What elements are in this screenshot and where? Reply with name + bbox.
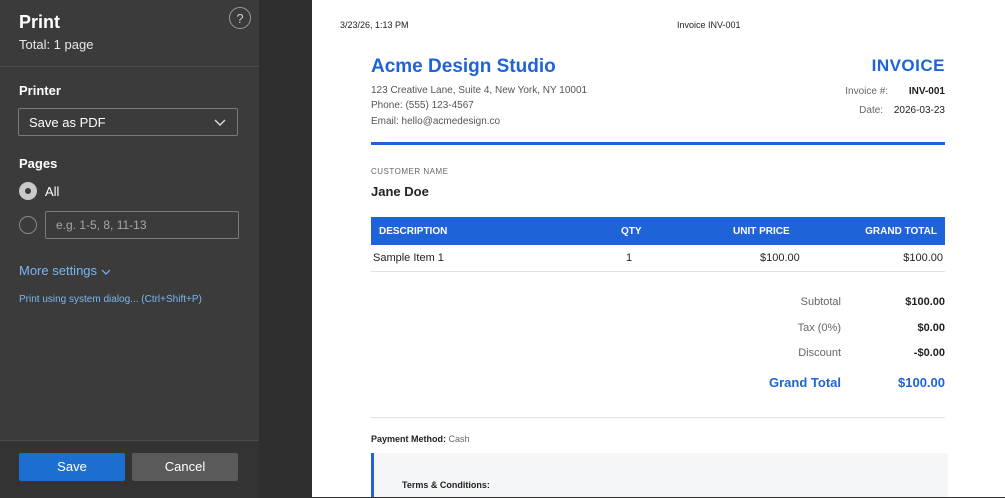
- column-header: UNIT PRICE: [733, 226, 790, 237]
- terms-title: Terms & Conditions:: [402, 480, 490, 490]
- preview-page: 3/23/26, 1:13 PM Invoice INV-001 Acme De…: [312, 0, 1005, 497]
- printer-select[interactable]: Save as PDF: [18, 108, 238, 136]
- column-header: QTY: [621, 226, 642, 237]
- table-cell: $100.00: [903, 252, 943, 264]
- print-settings-panel: Print Total: 1 page ? Printer Save as PD…: [0, 0, 259, 498]
- discount-label: Discount: [798, 347, 841, 359]
- help-icon[interactable]: ?: [229, 7, 251, 29]
- company-name: Acme Design Studio: [371, 56, 556, 77]
- payment-method-label: Payment Method:: [371, 434, 447, 444]
- grand-total-value: $100.00: [898, 375, 945, 390]
- tax-label: Tax (0%): [797, 322, 841, 334]
- invoice-number-label: Invoice #:: [845, 86, 889, 97]
- company-phone: Phone: (555) 123-4567: [371, 100, 474, 111]
- invoice-date-row: Date: 2026-03-23: [859, 105, 945, 116]
- pages-all-radio[interactable]: [19, 182, 37, 200]
- system-dialog-link[interactable]: Print using system dialog... (Ctrl+Shift…: [19, 294, 202, 305]
- pages-all-label: All: [45, 184, 60, 199]
- table-header: DESCRIPTION QTY UNIT PRICE GRAND TOTAL: [371, 217, 945, 245]
- customer-label: CUSTOMER NAME: [371, 167, 449, 176]
- save-button[interactable]: Save: [19, 453, 125, 481]
- footer-divider: [371, 417, 945, 418]
- subtotal-label: Subtotal: [800, 296, 841, 308]
- pages-custom-radio[interactable]: [19, 216, 37, 234]
- pages-range-input[interactable]: [45, 211, 239, 239]
- more-settings-label: More settings: [19, 263, 98, 278]
- discount-value: -$0.00: [913, 347, 945, 359]
- cancel-button[interactable]: Cancel: [132, 453, 238, 481]
- table-cell: 1: [626, 252, 633, 264]
- divider: [0, 66, 259, 67]
- printer-value: Save as PDF: [29, 115, 106, 130]
- grand-total-label: Grand Total: [769, 375, 841, 390]
- subtotal-value: $100.00: [905, 296, 945, 308]
- invoice-number: INV-001: [908, 86, 945, 97]
- printer-label: Printer: [19, 83, 61, 98]
- more-settings-link[interactable]: More settings: [19, 263, 111, 278]
- invoice-number-row: Invoice #: INV-001: [845, 86, 945, 97]
- customer-name: Jane Doe: [371, 184, 429, 199]
- table-row: Sample Item 1 1 $100.00 $100.00: [371, 245, 945, 272]
- column-header: DESCRIPTION: [379, 226, 448, 237]
- company-email: Email: hello@acmedesign.co: [371, 116, 501, 127]
- pages-label: Pages: [19, 156, 58, 171]
- print-title: Print: [19, 12, 61, 32]
- terms-box: Terms & Conditions:: [371, 453, 948, 497]
- chevron-down-icon: [101, 269, 111, 275]
- payment-method-value: Cash: [448, 434, 470, 444]
- table-cell: $100.00: [760, 252, 800, 264]
- column-header: GRAND TOTAL: [865, 226, 937, 237]
- print-header-title: Invoice INV-001: [677, 20, 741, 30]
- tax-value: $0.00: [917, 322, 945, 334]
- table-cell: Sample Item 1: [373, 252, 444, 264]
- chevron-down-icon: [214, 119, 226, 126]
- payment-method: Payment Method: Cash: [371, 434, 470, 444]
- page-count: Total: 1 page: [19, 37, 94, 52]
- header-divider: [371, 142, 945, 145]
- invoice-date: 2026-03-23: [893, 105, 945, 116]
- print-header-datetime: 3/23/26, 1:13 PM: [340, 20, 409, 30]
- invoice-date-label: Date:: [859, 105, 884, 116]
- company-address: 123 Creative Lane, Suite 4, New York, NY…: [371, 85, 588, 96]
- invoice-title: INVOICE: [871, 56, 945, 75]
